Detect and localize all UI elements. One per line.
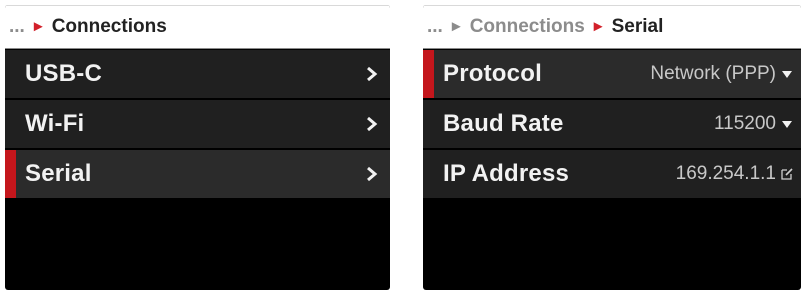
edit-icon bbox=[781, 168, 793, 180]
selection-indicator bbox=[5, 150, 16, 198]
breadcrumb-current: Serial bbox=[611, 16, 664, 37]
breadcrumb: ... ► Connections bbox=[5, 5, 390, 49]
breadcrumb-ellipsis[interactable]: ... bbox=[9, 16, 25, 38]
dropdown-arrow-icon bbox=[782, 121, 792, 128]
setting-label: Protocol bbox=[443, 60, 542, 87]
menu-item-label: Serial bbox=[25, 160, 92, 187]
breadcrumb: ... ► Connections ► Serial bbox=[423, 5, 801, 49]
chevron-right-icon bbox=[367, 66, 378, 82]
setting-label: IP Address bbox=[443, 160, 570, 187]
menu-item-serial[interactable]: Serial bbox=[5, 150, 390, 200]
connections-screen: ... ► Connections USB-C Wi-Fi Serial bbox=[5, 5, 390, 290]
setting-value: Network (PPP) bbox=[650, 63, 776, 84]
breadcrumb-separator-icon: ► bbox=[30, 17, 46, 35]
chevron-right-icon bbox=[367, 166, 378, 182]
setting-protocol[interactable]: Protocol Network (PPP) bbox=[423, 50, 801, 100]
dropdown-arrow-icon bbox=[782, 71, 792, 78]
breadcrumb-separator-icon: ► bbox=[590, 17, 606, 35]
menu-item-wi-fi[interactable]: Wi-Fi bbox=[5, 100, 390, 150]
setting-baud-rate[interactable]: Baud Rate 115200 bbox=[423, 100, 801, 150]
setting-ip-address[interactable]: IP Address 169.254.1.1 bbox=[423, 150, 801, 200]
menu-item-label: Wi-Fi bbox=[25, 110, 85, 137]
serial-settings-screen: ... ► Connections ► Serial Protocol Netw… bbox=[423, 5, 801, 290]
menu-list: USB-C Wi-Fi Serial bbox=[5, 50, 390, 200]
menu-item-label: USB-C bbox=[25, 60, 102, 87]
setting-value: 115200 bbox=[714, 113, 776, 134]
ip-address-field[interactable]: 169.254.1.1 bbox=[676, 163, 793, 185]
selection-indicator bbox=[423, 50, 434, 98]
breadcrumb-separator-icon: ► bbox=[448, 17, 464, 35]
settings-list: Protocol Network (PPP) Baud Rate 115200 … bbox=[423, 50, 801, 200]
setting-value: 169.254.1.1 bbox=[675, 163, 776, 184]
breadcrumb-current: Connections bbox=[51, 16, 167, 37]
setting-label: Baud Rate bbox=[443, 110, 564, 137]
menu-item-usb-c[interactable]: USB-C bbox=[5, 50, 390, 100]
breadcrumb-ellipsis[interactable]: ... bbox=[427, 16, 443, 38]
baud-rate-dropdown[interactable]: 115200 bbox=[714, 113, 793, 135]
chevron-right-icon bbox=[367, 116, 378, 132]
protocol-dropdown[interactable]: Network (PPP) bbox=[650, 63, 793, 85]
breadcrumb-parent[interactable]: Connections bbox=[470, 16, 585, 38]
